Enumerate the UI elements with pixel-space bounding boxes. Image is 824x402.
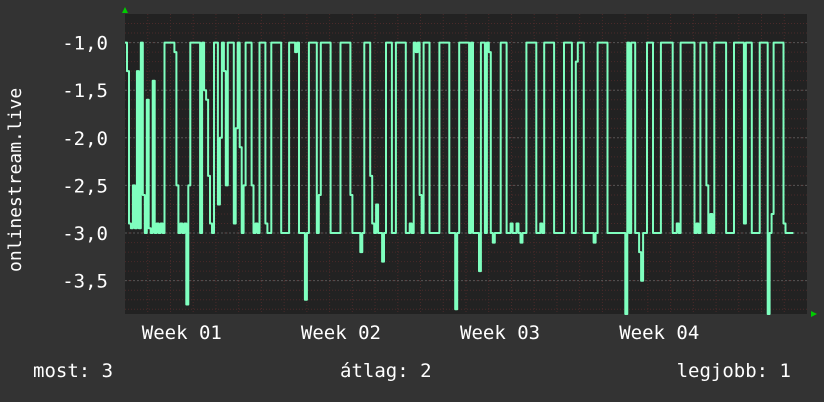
line-chart: -1,0-1,5-2,0-2,5-3,0-3,5 Week 01 Week 02 W… bbox=[62, 7, 817, 344]
x-tick-labels: Week 01 Week 02 Week 03 Week 04 bbox=[142, 322, 699, 344]
y-axis-label: onlinestream.live bbox=[5, 88, 24, 272]
x-tick-label: Week 03 bbox=[460, 322, 540, 344]
y-tick-labels: -1,0 -1,5 -2,0 -2,5 -3,0 -3,5 bbox=[62, 33, 108, 293]
x-tick-label: Week 04 bbox=[619, 322, 699, 344]
y-tick-label: -3,5 bbox=[62, 271, 108, 293]
x-axis-arrow bbox=[811, 311, 817, 317]
x-tick-label: Week 01 bbox=[142, 322, 222, 344]
y-tick-label: -2,0 bbox=[62, 128, 108, 150]
current-value: most: 3 bbox=[33, 360, 114, 382]
y-tick-label: -1,0 bbox=[62, 33, 108, 55]
y-axis-label-wrap: onlinestream.live bbox=[5, 88, 24, 272]
y-tick-label: -1,5 bbox=[62, 80, 108, 102]
x-tick-label: Week 02 bbox=[301, 322, 381, 344]
y-tick-label: -2,5 bbox=[62, 175, 108, 197]
y-axis-arrow bbox=[122, 7, 128, 13]
y-tick-label: -3,0 bbox=[62, 223, 108, 245]
average-value: átlag: 2 bbox=[340, 360, 432, 382]
best-value: legjobb: 1 bbox=[676, 360, 791, 382]
